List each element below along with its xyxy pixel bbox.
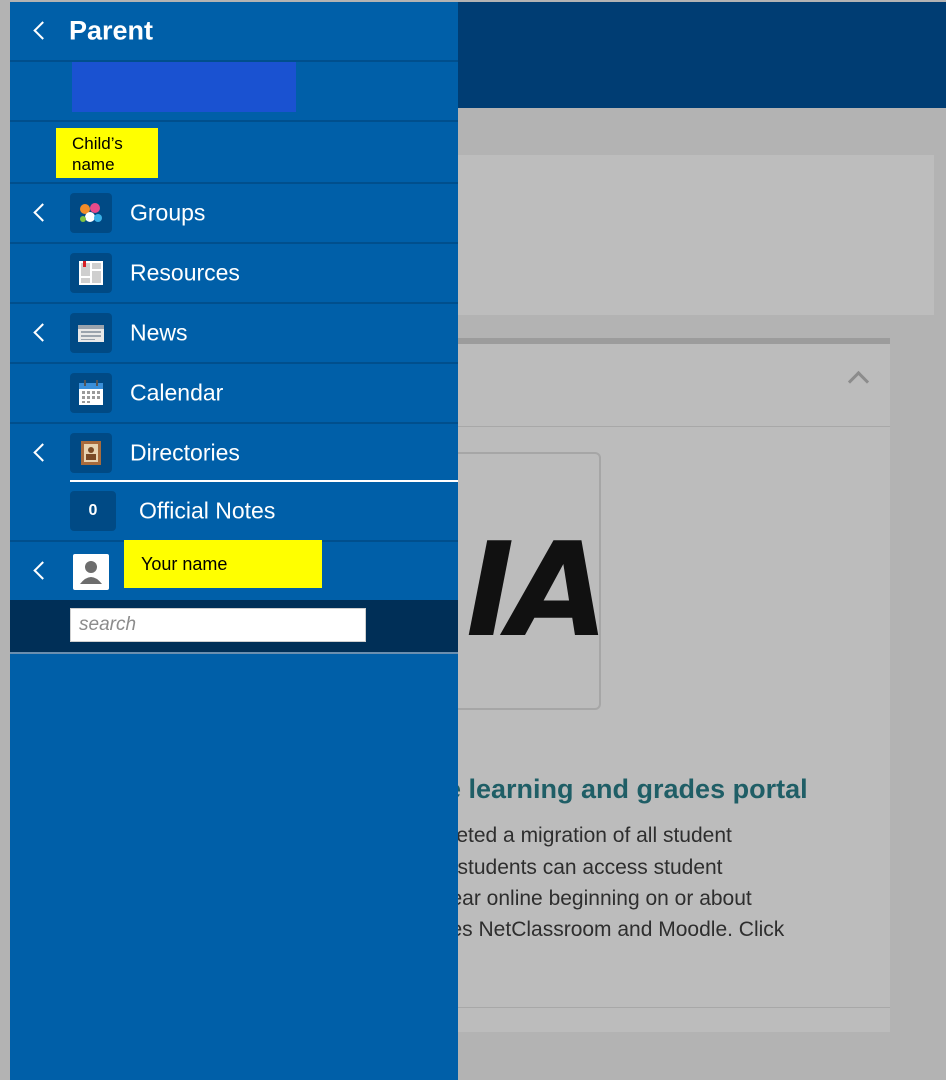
hero-banner: [458, 155, 934, 315]
news-icon: [70, 313, 112, 353]
portal-logo: IA: [466, 514, 609, 666]
avatar-icon: [73, 554, 109, 590]
sidebar-header-parent[interactable]: Parent: [10, 2, 458, 62]
sidebar-user-row[interactable]: Your name: [10, 540, 458, 600]
search-input[interactable]: [70, 608, 366, 642]
sidebar-item-news[interactable]: News: [10, 304, 458, 364]
expand-chevron-icon[interactable]: [33, 561, 52, 580]
card-footer-divider: [458, 1007, 890, 1008]
calendar-icon: [70, 373, 112, 413]
expand-chevron-icon[interactable]: [33, 323, 52, 342]
sidebar-item-label: Directories: [130, 439, 240, 466]
child-name-label: Child’s name: [56, 128, 158, 178]
sidebar-item-official-notes[interactable]: 0 Official Notes: [10, 482, 458, 542]
card-header-divider: [458, 426, 890, 427]
sidebar-account-row[interactable]: [10, 62, 458, 122]
sidebar-item-label: Resources: [130, 259, 240, 286]
announcement-heading: e learning and grades portal: [446, 774, 808, 804]
collapse-chevron-icon[interactable]: [847, 370, 870, 393]
resources-icon: [70, 253, 112, 293]
expand-chevron-icon[interactable]: [33, 203, 52, 222]
notes-count-badge: 0: [70, 491, 116, 531]
user-name-label: Your name: [124, 540, 322, 588]
navigation-sidebar: Parent Child’s name Groups Resources New…: [10, 2, 458, 1080]
redacted-account-name: [72, 62, 296, 112]
sidebar-item-label: Official Notes: [139, 497, 276, 524]
sidebar-item-resources[interactable]: Resources: [10, 244, 458, 304]
announcement-line: d students can access student: [440, 856, 723, 879]
sidebar-item-groups[interactable]: Groups: [10, 184, 458, 244]
sidebar-item-calendar[interactable]: Calendar: [10, 364, 458, 424]
sidebar-title: Parent: [69, 15, 154, 46]
announcement-line: ces NetClassroom and Moodle. Click: [440, 918, 785, 941]
sidebar-item-label: Calendar: [130, 379, 224, 406]
sidebar-child-row[interactable]: Child’s name: [10, 124, 458, 184]
expand-chevron-icon[interactable]: [33, 443, 52, 462]
back-chevron-icon[interactable]: [33, 21, 52, 40]
announcement-line: pleted a migration of all student: [440, 824, 732, 847]
sidebar-item-directories[interactable]: Directories: [10, 424, 458, 482]
groups-icon: [70, 193, 112, 233]
announcement-line: year online beginning on or about: [440, 887, 752, 910]
sidebar-item-label: Groups: [130, 199, 206, 226]
sidebar-item-label: News: [130, 319, 188, 346]
announcement-card: IA e learning and grades portal pleted a…: [440, 338, 890, 1032]
search-bar: [10, 600, 458, 654]
directories-icon: [70, 433, 112, 473]
